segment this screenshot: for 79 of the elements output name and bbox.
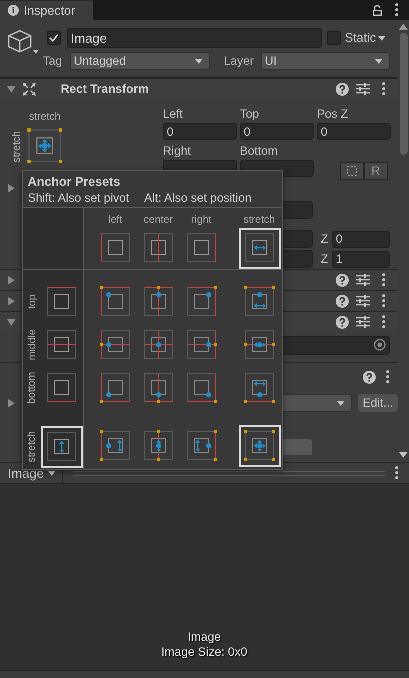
axis-label: Z [321,232,330,246]
anchor-preset-button[interactable] [239,425,281,467]
row-label: bottom [26,371,38,404]
sliders-icon[interactable] [356,295,370,307]
sliders-icon[interactable] [356,316,370,328]
menu-icon[interactable] [382,315,386,329]
number-field[interactable]: 0 [332,230,390,248]
sliders-icon[interactable] [356,274,370,286]
column-label: center [144,214,174,228]
edit-button[interactable]: Edit... [358,394,398,412]
field-label: Pos Z [317,107,350,123]
row-label: middle [26,329,38,360]
help-icon[interactable] [336,294,349,308]
help-icon[interactable] [336,274,349,286]
help-icon[interactable] [336,82,349,96]
menu-icon[interactable] [395,3,399,17]
field-label: Top [240,107,260,123]
field-label: Left [163,107,184,123]
info-icon [8,5,19,16]
number-field[interactable]: 0 [317,123,391,140]
image-size-text: Image Size: 0x0 [161,645,248,660]
field-label: Bottom [240,144,280,160]
move-arrows-icon [23,82,36,96]
column-label: right [191,214,212,228]
caret-icon [195,58,203,64]
preview-caption: Image [188,630,222,645]
number-field[interactable]: 1 [332,250,390,268]
anchor-preset-button[interactable] [26,127,64,165]
popup-title: Anchor Presets [28,175,122,190]
blueprint-mode-button[interactable] [340,162,364,180]
scroll-down-icon[interactable] [399,452,408,458]
name-field[interactable]: Image [67,28,322,48]
hint-text: Alt: Also set position [144,191,252,205]
menu-icon[interactable] [382,82,386,96]
disclosure-triangle-icon[interactable] [7,296,16,306]
cube-icon[interactable] [6,29,40,55]
disclosure-triangle-icon[interactable] [7,276,16,284]
menu-icon[interactable] [395,466,399,480]
inspector-tab[interactable]: Inspector [0,0,93,20]
tag-dropdown[interactable]: Untagged [70,52,210,70]
caret-icon [375,58,383,64]
anchor-preset-button[interactable] [41,426,83,468]
row-label: stretch [26,430,38,462]
disclosure-triangle-icon[interactable] [7,184,16,192]
hint-text: Shift: Also set pivot [28,191,130,205]
menu-icon[interactable] [386,370,390,384]
static-checkbox[interactable] [327,31,341,45]
sliders-icon[interactable] [356,83,370,95]
number-field[interactable]: 0 [163,123,237,140]
static-dropdown[interactable]: Static [345,31,386,45]
anchor-preset-button[interactable] [238,228,280,269]
anchor-label: stretch [29,111,61,123]
axis-label: Z [321,252,330,266]
menu-icon[interactable] [382,273,386,287]
active-checkbox[interactable] [47,31,61,45]
disclosure-triangle-icon[interactable] [7,318,16,326]
scrollbar-thumb[interactable] [400,33,408,155]
number-field[interactable]: 0 [240,123,314,140]
menu-icon[interactable] [382,294,386,308]
help-icon[interactable] [336,316,349,328]
field-label: Right [163,144,192,160]
layer-dropdown[interactable]: UI [261,52,390,70]
disclosure-triangle-icon[interactable] [7,84,16,94]
component-title: Rect Transform [61,82,150,96]
caret-icon [378,36,386,40]
dotted-square-icon [347,166,357,176]
caret-icon [337,400,346,406]
field-label: Layer [224,54,256,68]
component-header[interactable]: Rect Transform [0,78,398,99]
lock-icon[interactable] [373,4,382,16]
target-icon [374,339,386,351]
help-icon[interactable] [363,370,376,384]
column-label: stretch [244,214,276,228]
anchor-label: stretch [11,131,23,163]
column-label: left [108,214,122,228]
field-label: Tag [42,54,64,68]
scroll-up-icon[interactable] [399,24,408,30]
disclosure-triangle-icon[interactable] [7,398,16,408]
row-label: top [26,294,38,309]
